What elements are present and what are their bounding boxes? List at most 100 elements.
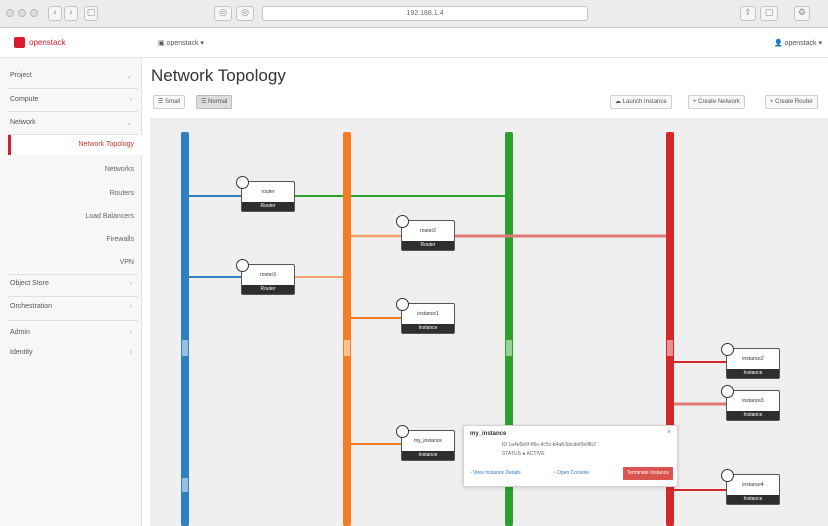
network-bar-label xyxy=(344,340,350,356)
address-bar[interactable]: 192.168.1.4 xyxy=(262,6,588,21)
network-bar-public[interactable] xyxy=(181,132,189,526)
sidebar-item-label: Orchestration xyxy=(10,303,53,310)
maximize-window-icon[interactable] xyxy=(30,9,38,17)
sidebar-item-identity[interactable]: Identity › xyxy=(10,349,138,356)
extension-icon[interactable]: ◎ xyxy=(236,6,254,21)
sidebar-item-network-topology[interactable]: Network Topology xyxy=(8,135,142,155)
chevron-right-icon: › xyxy=(129,329,132,336)
view-small-button[interactable]: ☰ Small xyxy=(153,95,186,109)
network-bar-private[interactable] xyxy=(343,132,351,526)
browser-chrome: ‹ › ▢ ◎ ◎ 192.168.1.4 ⇪ ▢ ⚙ xyxy=(0,0,828,28)
sidebar-item-admin[interactable]: Admin › xyxy=(10,329,138,336)
share-icon[interactable]: ⇪ xyxy=(740,6,756,21)
chevron-right-icon: › xyxy=(129,280,132,287)
node-name: instance1 xyxy=(417,311,439,317)
network-bar-label xyxy=(182,340,188,356)
instance-icon xyxy=(396,425,409,438)
instance-node[interactable]: instance2 Instance xyxy=(721,343,780,379)
router-node[interactable]: router Router xyxy=(236,176,295,212)
sidebar-toggle-icon[interactable]: ▢ xyxy=(84,6,98,21)
node-name: router2 xyxy=(420,228,436,234)
page-title: Network Topology xyxy=(151,66,286,85)
open-console-link[interactable]: › Open Console xyxy=(554,470,589,476)
node-type: Instance xyxy=(727,411,779,420)
create-router-button[interactable]: + Create Router xyxy=(765,95,818,109)
settings-icon[interactable]: ⚙ xyxy=(794,6,810,21)
openstack-logo[interactable]: openstack xyxy=(14,37,65,48)
node-type: Router xyxy=(242,202,294,211)
openstack-logo-icon xyxy=(14,37,25,48)
node-name: instance2 xyxy=(742,356,764,362)
router-node[interactable]: router3 Router xyxy=(236,259,295,295)
chevron-down-icon: ⌄ xyxy=(126,120,132,127)
router-node[interactable]: router2 Router xyxy=(396,215,455,251)
divider xyxy=(8,296,138,297)
network-bar-label xyxy=(182,478,188,492)
instance-node[interactable]: instance4 Instance xyxy=(721,469,780,505)
shield-icon[interactable]: ◎ xyxy=(214,6,232,21)
sidebar-item-label: Admin xyxy=(10,329,30,336)
instance-id: ID 1a4e5b6f-ff6c-4c5c-b4a8-5bcdef0e9fb2 xyxy=(502,442,596,448)
instance-node[interactable]: instance3 Instance xyxy=(721,385,780,421)
node-type: Router xyxy=(402,241,454,250)
network-bar-label xyxy=(667,340,673,356)
sidebar-item-vpn[interactable]: VPN xyxy=(8,259,134,266)
instance-icon xyxy=(721,385,734,398)
top-header: openstack ▣ openstack ▾ 👤 openstack ▾ xyxy=(0,28,828,58)
minimize-window-icon[interactable] xyxy=(18,9,26,17)
instance-node[interactable]: instance1 Instance xyxy=(396,298,455,334)
tabs-icon[interactable]: ▢ xyxy=(760,6,778,21)
sidebar-item-label: Network xyxy=(10,119,36,126)
sidebar-item-label: Project xyxy=(10,72,32,79)
divider xyxy=(8,274,138,275)
node-name: my_instance xyxy=(413,438,443,444)
create-network-button[interactable]: + Create Network xyxy=(688,95,745,109)
view-instance-details-link[interactable]: › View Instance Details xyxy=(470,470,521,476)
sidebar-item-object-store[interactable]: Object Store › xyxy=(10,280,138,287)
divider xyxy=(8,320,138,321)
sidebar-item-label: Compute xyxy=(10,96,39,103)
sidebar-item-project[interactable]: Project ⌄ xyxy=(10,72,138,80)
node-name: instance4 xyxy=(742,482,764,488)
node-type: Instance xyxy=(727,495,779,504)
chevron-right-icon: › xyxy=(129,349,132,356)
launch-instance-button[interactable]: ☁ Launch Instance xyxy=(610,95,672,109)
brand-name: openstack xyxy=(29,38,66,47)
close-icon[interactable]: × xyxy=(667,429,671,436)
back-icon[interactable]: ‹ xyxy=(48,6,62,21)
sidebar-item-routers[interactable]: Routers xyxy=(8,190,134,197)
instance-popup: my_instance × ID 1a4e5b6f-ff6c-4c5c-b4a8… xyxy=(463,425,678,487)
project-selector[interactable]: ▣ openstack ▾ xyxy=(158,39,204,47)
view-normal-button[interactable]: ☰ Normal xyxy=(196,95,233,109)
terminate-instance-button[interactable]: Terminate Instance xyxy=(622,467,673,480)
node-name: router3 xyxy=(260,272,276,278)
node-name: router xyxy=(261,189,275,195)
sidebar-item-network[interactable]: Network ⌄ xyxy=(10,119,138,127)
sidebar-item-load-balancers[interactable]: Load Balancers xyxy=(8,213,134,220)
instance-node[interactable]: my_instance Instance xyxy=(396,425,455,461)
sidebar-item-orchestration[interactable]: Orchestration › xyxy=(10,303,138,310)
user-menu[interactable]: 👤 openstack ▾ xyxy=(774,39,822,47)
instance-icon xyxy=(396,298,409,311)
close-window-icon[interactable] xyxy=(6,9,14,17)
node-type: Instance xyxy=(727,369,779,378)
instance-status: STATUS ● ACTIVE xyxy=(502,451,545,457)
sidebar: Project ⌄ Compute › Network ⌄ Network Topol… xyxy=(0,58,142,526)
chevron-down-icon: ⌄ xyxy=(126,73,132,80)
sidebar-item-networks[interactable]: Networks xyxy=(8,166,134,173)
node-name: instance3 xyxy=(742,398,764,404)
instance-icon xyxy=(721,343,734,356)
network-bar-label xyxy=(506,340,512,356)
forward-icon[interactable]: › xyxy=(64,6,78,21)
divider xyxy=(8,111,138,112)
chevron-right-icon: › xyxy=(129,96,132,103)
node-type: Instance xyxy=(402,451,454,460)
node-type: Instance xyxy=(402,324,454,333)
sidebar-item-label: Object Store xyxy=(10,280,49,287)
router-icon xyxy=(236,176,249,189)
router-icon xyxy=(236,259,249,272)
router-icon xyxy=(396,215,409,228)
sidebar-item-compute[interactable]: Compute › xyxy=(10,96,138,103)
window-controls xyxy=(6,9,38,17)
sidebar-item-firewalls[interactable]: Firewalls xyxy=(8,236,134,243)
